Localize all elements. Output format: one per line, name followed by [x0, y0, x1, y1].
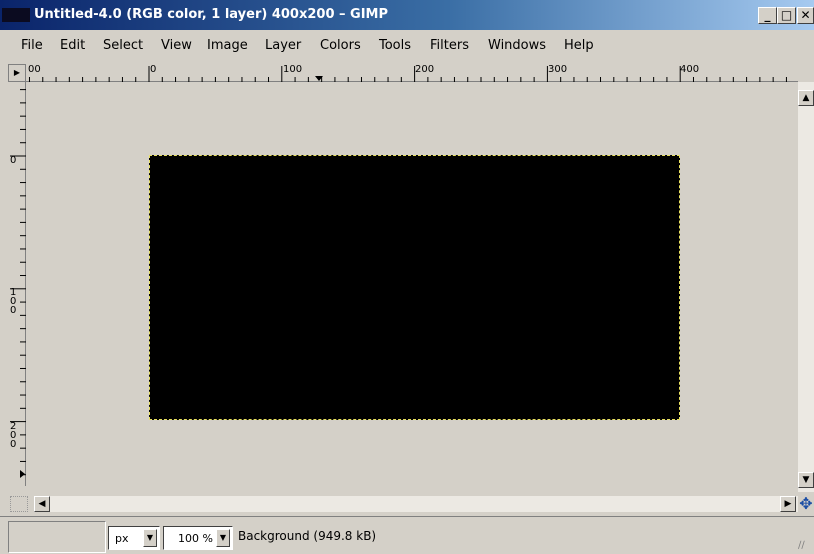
chevron-down-icon[interactable]: ▼	[216, 529, 230, 547]
menu-edit[interactable]: Edit	[60, 38, 85, 53]
canvas-workspace[interactable]	[26, 82, 798, 492]
vertical-ruler[interactable]: 0 1 0 0 2 0 0	[8, 82, 26, 486]
horizontal-ruler[interactable]: 00 0 100 200 300 400	[26, 64, 798, 82]
quick-mask-icon[interactable]	[10, 496, 28, 512]
menu-help[interactable]: Help	[564, 38, 594, 53]
vruler-label-100: 1 0 0	[10, 287, 17, 316]
scroll-right-button[interactable]: ▶	[780, 496, 796, 512]
menu-select[interactable]: Select	[103, 38, 143, 53]
window-title: Untitled-4.0 (RGB color, 1 layer) 400x20…	[34, 7, 389, 22]
image-canvas[interactable]	[149, 155, 680, 420]
vertical-scrollbar[interactable]: ▲ ▼	[798, 82, 814, 492]
status-bar: px ▼ 100 % ▼ Background (949.8 kB)	[0, 516, 814, 554]
pointer-position-marker-v	[20, 470, 25, 478]
ruler-corner-label: 00	[28, 64, 41, 75]
vruler-label-200: 2 0 0	[10, 421, 17, 450]
menu-file[interactable]: File	[21, 38, 43, 53]
unit-value: px	[115, 532, 129, 545]
zoom-select[interactable]: 100 % ▼	[163, 526, 233, 550]
navigate-icon[interactable]: ✥	[798, 496, 814, 512]
unit-select[interactable]: px ▼	[108, 526, 160, 550]
hruler-label-200: 200	[415, 64, 435, 75]
menu-tools[interactable]: Tools	[379, 38, 411, 53]
menu-colors[interactable]: Colors	[320, 38, 361, 53]
vruler-label-0: 0	[10, 155, 17, 166]
pointer-coordinates-panel	[8, 521, 106, 553]
layer-info-text: Background (949.8 kB)	[238, 529, 377, 543]
chevron-down-icon[interactable]: ▼	[143, 529, 157, 547]
zoom-value: 100 %	[178, 532, 213, 545]
close-button[interactable]: ✕	[797, 7, 814, 24]
menu-filters[interactable]: Filters	[430, 38, 469, 53]
scroll-left-button[interactable]: ◀	[34, 496, 50, 512]
hruler-label-0: 0	[150, 64, 157, 75]
menu-layer[interactable]: Layer	[265, 38, 301, 53]
maximize-button[interactable]: □	[777, 7, 796, 24]
hruler-label-400: 400	[680, 64, 700, 75]
gimp-app-icon	[2, 8, 30, 22]
resize-grip-icon[interactable]: ∕∕	[798, 540, 812, 552]
scroll-down-button[interactable]: ▼	[798, 472, 814, 488]
menu-view[interactable]: View	[161, 38, 192, 53]
menu-bar: File Edit Select View Image Layer Colors…	[0, 30, 814, 60]
horizontal-scrollbar[interactable]: ◀ ▶	[34, 496, 798, 512]
menu-windows[interactable]: Windows	[488, 38, 546, 53]
menu-image[interactable]: Image	[207, 38, 248, 53]
hruler-label-300: 300	[548, 64, 568, 75]
hruler-label-100: 100	[283, 64, 303, 75]
ruler-corner-menu-button[interactable]: ▶	[8, 64, 26, 82]
title-bar[interactable]: Untitled-4.0 (RGB color, 1 layer) 400x20…	[0, 0, 814, 30]
scroll-up-button[interactable]: ▲	[798, 90, 814, 106]
menu-arrow-icon: ▶	[13, 68, 21, 77]
minimize-button[interactable]: _	[758, 7, 777, 24]
